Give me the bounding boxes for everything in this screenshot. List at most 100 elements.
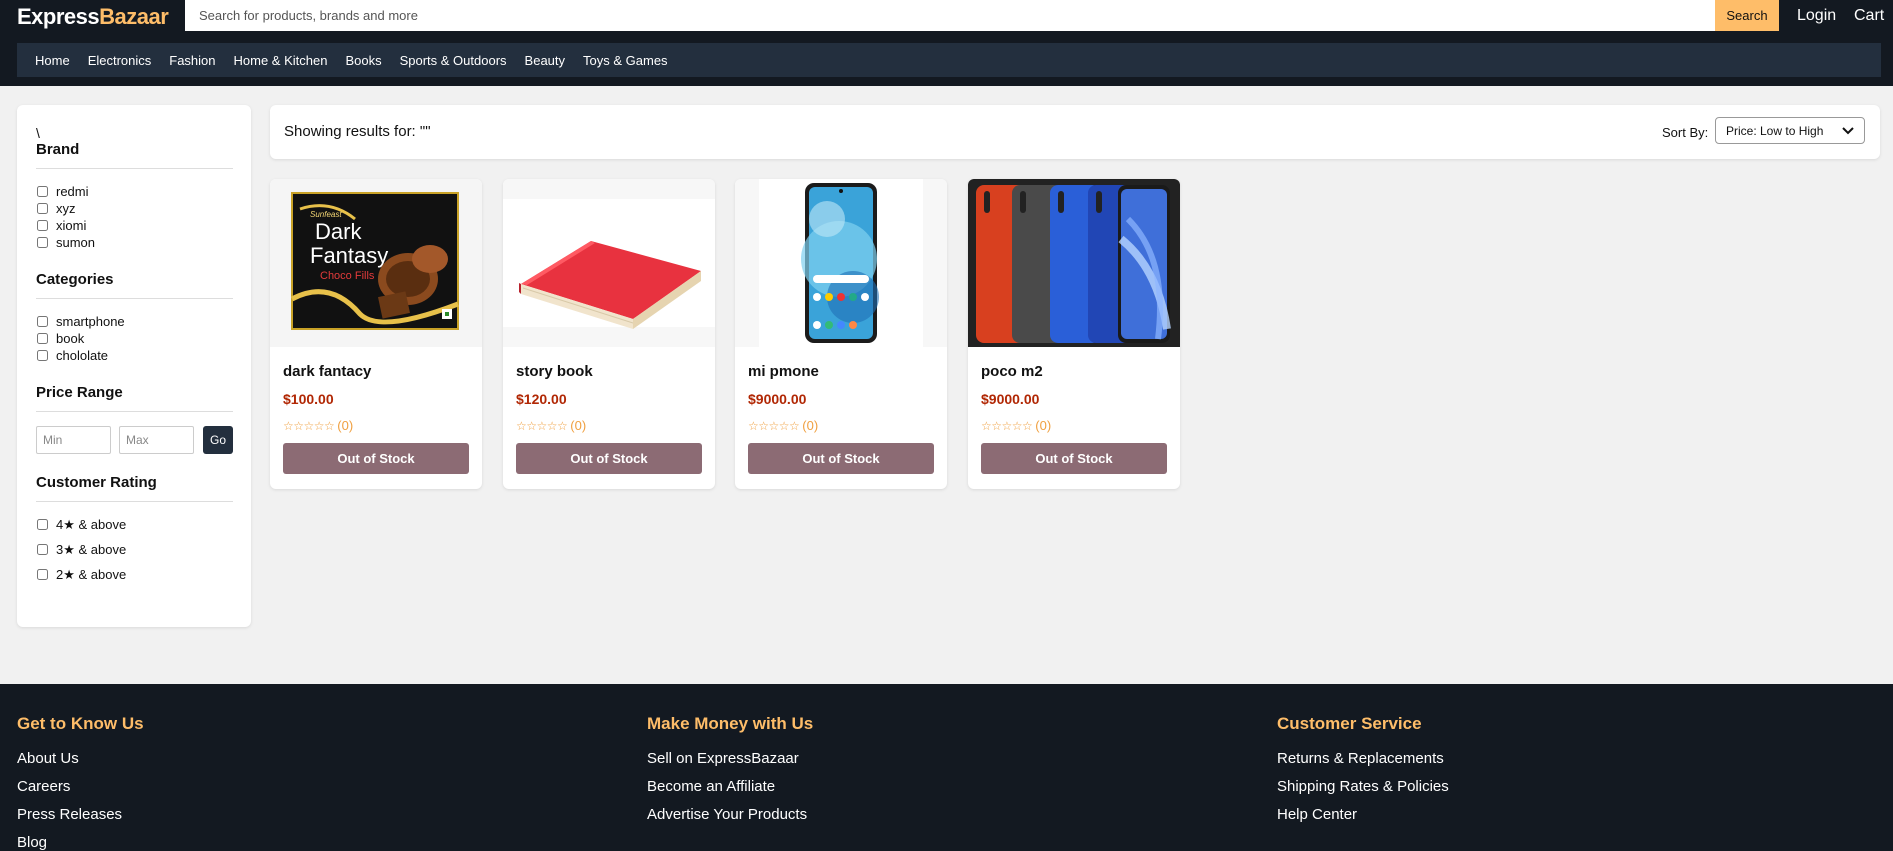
footer-link-help[interactable]: Help Center: [1277, 806, 1449, 834]
brand-option[interactable]: xyz: [36, 200, 233, 217]
category-filter-title: Categories: [36, 271, 233, 299]
footer-link-advertise[interactable]: Advertise Your Products: [647, 806, 813, 834]
product-price: $120.00: [516, 391, 567, 407]
nav-item-fashion[interactable]: Fashion: [169, 53, 215, 68]
rating-option[interactable]: 3★ & above: [36, 537, 233, 562]
nav-item-sports-outdoors[interactable]: Sports & Outdoors: [400, 53, 507, 68]
product-rating: ☆☆☆☆☆ (0): [748, 418, 818, 433]
brand-option[interactable]: redmi: [36, 183, 233, 200]
site-footer: Get to Know Us About Us Careers Press Re…: [0, 684, 1893, 851]
brand-option-label: xiomi: [56, 218, 87, 233]
search-input[interactable]: [185, 0, 1715, 31]
star-rating-icon: ☆☆☆☆☆: [981, 419, 1033, 433]
product-price: $9000.00: [981, 391, 1040, 407]
site-logo[interactable]: ExpressBazaar: [17, 4, 169, 30]
brand-option[interactable]: xiomi: [36, 217, 233, 234]
brand-filter-title: Brand: [36, 141, 233, 169]
product-card[interactable]: Sunfeast Dark Fantasy Choco Fills dark f…: [270, 179, 482, 489]
top-header: ExpressBazaar Search Login Cart Home Ele…: [0, 0, 1893, 86]
nav-item-beauty[interactable]: Beauty: [525, 53, 565, 68]
footer-link-press[interactable]: Press Releases: [17, 806, 144, 834]
brand-checkbox[interactable]: [37, 203, 48, 214]
star-rating-icon: ☆☆☆☆☆: [283, 419, 335, 433]
rating-option[interactable]: 4★ & above: [36, 512, 233, 537]
footer-link-about[interactable]: About Us: [17, 750, 144, 778]
category-option[interactable]: book: [36, 330, 233, 347]
price-filter: Price Range Go: [36, 384, 233, 454]
rating-option-label: 3★ & above: [56, 541, 127, 557]
product-image[interactable]: [503, 179, 715, 347]
star-rating-icon: ☆☆☆☆☆: [748, 419, 800, 433]
brand-checkbox[interactable]: [37, 186, 48, 197]
rating-option-label: 2★ & above: [56, 566, 127, 582]
price-min-input[interactable]: [36, 426, 111, 454]
product-card[interactable]: mi pmone $9000.00 ☆☆☆☆☆ (0) Out of Stock: [735, 179, 947, 489]
price-filter-title: Price Range: [36, 384, 233, 412]
rating-filter-title: Customer Rating: [36, 474, 233, 502]
footer-heading: Get to Know Us: [17, 714, 144, 733]
brand-option-label: redmi: [56, 184, 89, 199]
product-name[interactable]: mi pmone: [748, 363, 819, 380]
category-checkbox[interactable]: [37, 316, 48, 327]
chevron-down-icon: [1842, 126, 1854, 134]
product-name[interactable]: poco m2: [981, 363, 1043, 380]
nav-item-home[interactable]: Home: [35, 53, 70, 68]
product-card[interactable]: story book $120.00 ☆☆☆☆☆ (0) Out of Stock: [503, 179, 715, 489]
review-count: (0): [570, 418, 587, 433]
nav-item-books[interactable]: Books: [345, 53, 381, 68]
footer-link-returns[interactable]: Returns & Replacements: [1277, 750, 1449, 778]
sort-select[interactable]: Price: Low to High: [1715, 117, 1865, 144]
footer-column-make-money: Make Money with Us Sell on ExpressBazaar…: [647, 714, 813, 834]
rating-checkbox[interactable]: [37, 519, 48, 530]
category-option[interactable]: smartphone: [36, 313, 233, 330]
category-checkbox[interactable]: [37, 350, 48, 361]
cart-link[interactable]: Cart: [1854, 7, 1884, 25]
logo-text-express: Express: [17, 4, 100, 29]
logo-text-bazaar: Bazaar: [99, 4, 169, 29]
brand-checkbox[interactable]: [37, 237, 48, 248]
nav-item-home-kitchen[interactable]: Home & Kitchen: [234, 53, 328, 68]
product-name[interactable]: dark fantacy: [283, 363, 371, 380]
footer-link-affiliate[interactable]: Become an Affiliate: [647, 778, 813, 806]
category-nav: Home Electronics Fashion Home & Kitchen …: [17, 43, 1881, 77]
out-of-stock-button[interactable]: Out of Stock: [981, 443, 1167, 474]
brand-checkbox[interactable]: [37, 220, 48, 231]
product-card[interactable]: poco m2 $9000.00 ☆☆☆☆☆ (0) Out of Stock: [968, 179, 1180, 489]
results-header: Showing results for: "" Sort By: Price: …: [270, 105, 1880, 159]
red-book-image: [503, 179, 715, 347]
nav-item-toys-games[interactable]: Toys & Games: [583, 53, 668, 68]
footer-link-sell[interactable]: Sell on ExpressBazaar: [647, 750, 813, 778]
category-filter: Categories smartphone book chololate: [36, 271, 233, 364]
review-count: (0): [802, 418, 819, 433]
filter-sidebar: \ Brand redmi xyz xiomi sumon Categories…: [17, 105, 251, 627]
product-price: $100.00: [283, 391, 334, 407]
out-of-stock-button[interactable]: Out of Stock: [283, 443, 469, 474]
price-go-button[interactable]: Go: [203, 426, 233, 454]
product-name[interactable]: story book: [516, 363, 593, 380]
brand-option[interactable]: sumon: [36, 234, 233, 251]
product-image[interactable]: [735, 179, 947, 347]
rating-option[interactable]: 2★ & above: [36, 562, 233, 587]
brand-option-label: sumon: [56, 235, 96, 250]
footer-column-know-us: Get to Know Us About Us Careers Press Re…: [17, 714, 144, 851]
category-option[interactable]: chololate: [36, 347, 233, 364]
nav-item-electronics[interactable]: Electronics: [88, 53, 152, 68]
footer-link-blog[interactable]: Blog: [17, 834, 144, 851]
rating-checkbox[interactable]: [37, 569, 48, 580]
login-link[interactable]: Login: [1797, 7, 1836, 25]
footer-link-careers[interactable]: Careers: [17, 778, 144, 806]
price-max-input[interactable]: [119, 426, 194, 454]
brand-option-label: xyz: [56, 201, 76, 216]
product-rating: ☆☆☆☆☆ (0): [283, 418, 353, 433]
out-of-stock-button[interactable]: Out of Stock: [516, 443, 702, 474]
footer-column-customer-service: Customer Service Returns & Replacements …: [1277, 714, 1449, 834]
category-checkbox[interactable]: [37, 333, 48, 344]
category-option-label: book: [56, 331, 85, 346]
out-of-stock-button[interactable]: Out of Stock: [748, 443, 934, 474]
product-image[interactable]: Sunfeast Dark Fantasy Choco Fills: [270, 179, 482, 347]
footer-link-shipping[interactable]: Shipping Rates & Policies: [1277, 778, 1449, 806]
search-button[interactable]: Search: [1715, 0, 1779, 31]
product-rating: ☆☆☆☆☆ (0): [516, 418, 586, 433]
product-image[interactable]: [968, 179, 1180, 347]
rating-checkbox[interactable]: [37, 544, 48, 555]
